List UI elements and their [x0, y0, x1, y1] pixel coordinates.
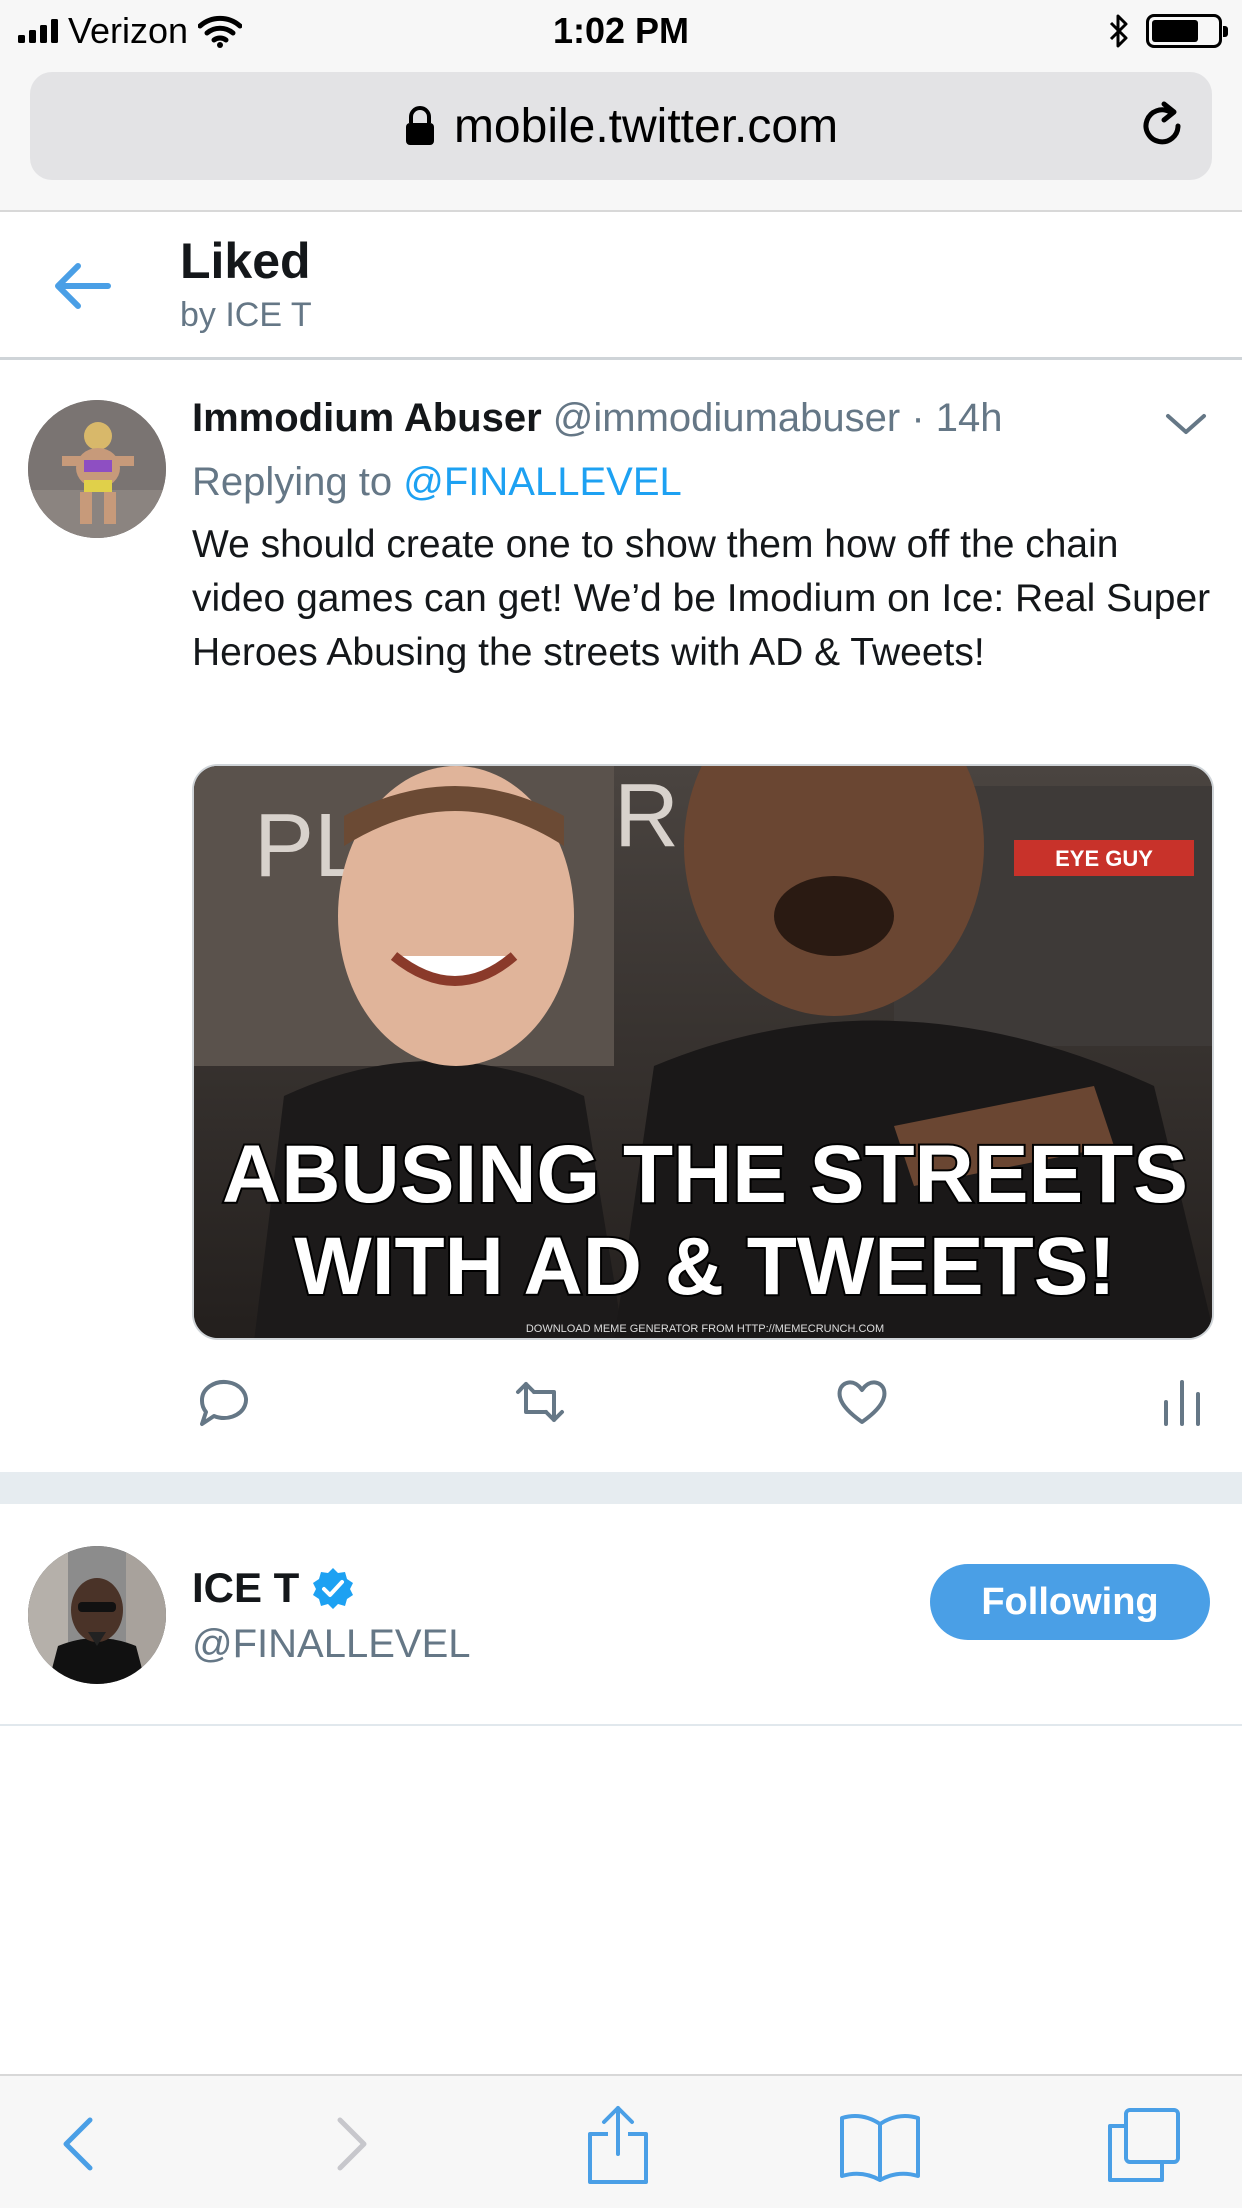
status-right [1108, 12, 1228, 50]
page-subtitle: by ICE T [180, 296, 312, 334]
bookmarks-icon[interactable] [838, 2104, 922, 2184]
retweet-icon[interactable] [510, 1372, 570, 1432]
svg-text:WITH AD & TWEETS!: WITH AD & TWEETS! [294, 1221, 1115, 1312]
user-name[interactable]: ICE T [192, 1564, 299, 1612]
tabs-icon[interactable] [1104, 2104, 1184, 2184]
analytics-icon[interactable] [1152, 1372, 1212, 1432]
tweet-header: Immodium Abuser @immodiumabuser · 14h [192, 396, 1142, 441]
reload-icon[interactable] [1134, 98, 1190, 154]
chevron-down-icon[interactable] [1162, 404, 1210, 444]
user-handle: @FINALLEVEL [192, 1622, 471, 1666]
reply-mention-link[interactable]: @FINALLEVEL [403, 460, 682, 504]
address-bar[interactable]: mobile.twitter.com [30, 72, 1212, 180]
battery-icon [1146, 14, 1228, 48]
clock: 1:02 PM [552, 10, 690, 51]
back-arrow-icon[interactable] [50, 258, 114, 314]
tweet-author-handle[interactable]: @immodiumabuser [553, 396, 900, 440]
tweet-separator: · [911, 396, 925, 440]
page: Verizon 1:02 PM mobile.twitter.com Liked… [0, 0, 1242, 2208]
share-icon[interactable] [580, 2104, 656, 2184]
like-heart-icon[interactable] [832, 1372, 892, 1432]
svg-text:DOWNLOAD MEME GENERATOR FROM H: DOWNLOAD MEME GENERATOR FROM HTTP://MEME… [526, 1323, 884, 1335]
user-avatar[interactable] [28, 1546, 166, 1684]
tweet-author-name[interactable]: Immodium Abuser [192, 396, 542, 440]
page-title: Liked [180, 233, 311, 289]
browser-toolbar [0, 2074, 1242, 2208]
section-divider [0, 1472, 1242, 1504]
tweet-timestamp[interactable]: 14h [936, 396, 1003, 440]
svg-text:ABUSING THE STREETS: ABUSING THE STREETS [222, 1129, 1188, 1220]
url-text: mobile.twitter.com [453, 99, 839, 153]
forward-chevron-icon[interactable] [320, 2104, 380, 2184]
back-chevron-icon[interactable] [50, 2104, 110, 2184]
tweet-text: We should create one to show them how of… [192, 523, 1211, 674]
following-button[interactable]: Following [930, 1564, 1210, 1640]
tweet-author-avatar[interactable] [28, 400, 166, 538]
page-header: Liked by ICE T [0, 212, 1242, 360]
status-bar: Verizon 1:02 PM [0, 0, 1242, 62]
tweet-actions [192, 1372, 1212, 1442]
svg-text:R: R [614, 766, 679, 866]
address-content: mobile.twitter.com [30, 72, 1212, 180]
user-list-item[interactable]: ICE T @FINALLEVEL Following [0, 1504, 1242, 1726]
lock-icon [405, 106, 434, 145]
browser-address-area: mobile.twitter.com [0, 62, 1242, 212]
verified-badge-icon [313, 1568, 354, 1609]
svg-text:EYE GUY: EYE GUY [1055, 846, 1153, 871]
bluetooth-icon [1109, 14, 1128, 48]
user-name-line: ICE T [192, 1564, 355, 1612]
tweet-card[interactable]: Immodium Abuser @immodiumabuser · 14h Re… [0, 362, 1242, 1472]
tweet-media-image[interactable]: EYE GUY PL R ABUSING THE STREETS WITH AD… [192, 764, 1214, 1340]
reply-prefix: Replying to [192, 460, 393, 504]
reply-context: Replying to @FINALLEVEL [192, 460, 682, 505]
reply-icon[interactable] [192, 1372, 252, 1432]
